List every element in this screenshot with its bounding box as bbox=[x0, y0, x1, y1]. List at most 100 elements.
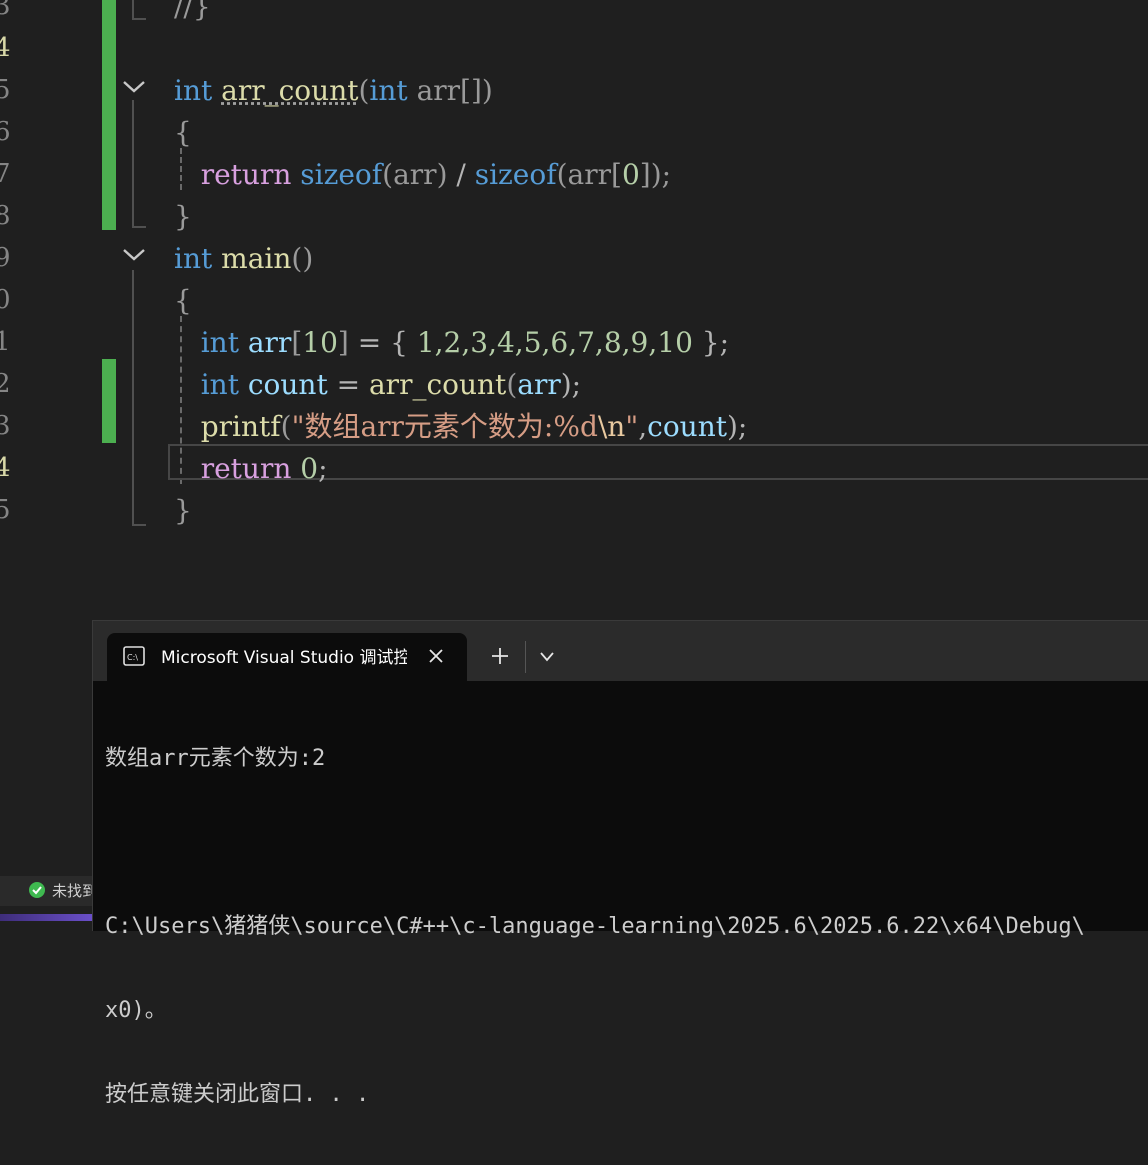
code-line[interactable]: printf("数组arr元素个数为:%d\n",count); bbox=[174, 406, 748, 448]
line-number: 9 bbox=[0, 243, 11, 273]
code-token: arr bbox=[393, 158, 437, 191]
git-change-bar bbox=[102, 0, 116, 230]
line-number: 3 bbox=[0, 0, 11, 21]
status-message[interactable]: 未找到 bbox=[52, 880, 92, 902]
console-icon: C:\ bbox=[123, 646, 145, 666]
line-number: 3 bbox=[0, 411, 11, 441]
code-token: { bbox=[174, 116, 192, 149]
code-line[interactable]: int arr[10] = { 1,2,3,4,5,6,7,8,9,10 }; bbox=[174, 322, 729, 364]
code-token: arr_count bbox=[221, 74, 359, 107]
console-line: 数组arr元素个数为:2 bbox=[105, 746, 326, 771]
code-token: []) bbox=[460, 74, 493, 107]
line-number: 5 bbox=[0, 495, 11, 525]
code-token: [ bbox=[611, 158, 622, 191]
line-number: 8 bbox=[0, 201, 11, 231]
code-token: return bbox=[200, 452, 292, 485]
code-token: arr bbox=[247, 326, 292, 359]
code-token: arr bbox=[416, 74, 461, 107]
code-token: main bbox=[221, 242, 292, 275]
check-circle-icon bbox=[28, 881, 46, 899]
code-token: int bbox=[200, 326, 239, 359]
code-line[interactable]: return 0; bbox=[174, 448, 328, 490]
collapse-chevron-icon[interactable] bbox=[122, 244, 146, 264]
code-line[interactable]: { bbox=[174, 280, 192, 322]
line-number: 1 bbox=[0, 327, 11, 357]
code-token: ( bbox=[506, 368, 518, 401]
console-line: 按任意键关闭此窗口. . . bbox=[105, 1082, 370, 1107]
code-token: ( bbox=[280, 410, 292, 443]
code-token: //} bbox=[174, 0, 211, 23]
code-line[interactable]: int count = arr_count(arr); bbox=[174, 364, 581, 406]
close-icon[interactable] bbox=[425, 645, 447, 667]
code-token: } bbox=[174, 494, 192, 527]
code-token: ); bbox=[560, 368, 582, 401]
code-token: " bbox=[625, 410, 639, 443]
line-number: 4 bbox=[0, 453, 11, 483]
code-token: count bbox=[647, 410, 727, 443]
code-token: ( bbox=[358, 74, 370, 107]
code-line[interactable]: } bbox=[174, 196, 192, 238]
tab-title: Microsoft Visual Studio 调试控制台 bbox=[161, 648, 407, 668]
line-number: 0 bbox=[0, 285, 11, 315]
code-token: } bbox=[174, 200, 192, 233]
code-token: arr bbox=[517, 368, 561, 401]
line-number: 4 bbox=[0, 33, 11, 63]
code-token: arr bbox=[567, 158, 612, 191]
code-token: int bbox=[200, 368, 239, 401]
code-line[interactable]: int arr_count(int arr[]) bbox=[174, 70, 493, 112]
code-token: arr_count bbox=[368, 368, 507, 401]
new-tab-plus-icon[interactable] bbox=[489, 645, 511, 667]
code-token: }; bbox=[692, 326, 730, 359]
code-token: 0 bbox=[300, 452, 319, 485]
code-token: [ bbox=[291, 326, 303, 359]
code-token: sizeof bbox=[474, 158, 557, 191]
status-bar: 未找到 bbox=[0, 876, 92, 906]
tab-debug-console[interactable]: C:\ Microsoft Visual Studio 调试控制台 bbox=[107, 633, 467, 681]
code-token: ; bbox=[318, 452, 328, 485]
code-token: ]); bbox=[639, 158, 672, 191]
line-number: 6 bbox=[0, 117, 11, 147]
git-change-bar bbox=[102, 359, 116, 443]
code-token: () bbox=[291, 242, 314, 275]
code-token: printf bbox=[200, 410, 281, 443]
code-token: "数组arr元素个数为:%d bbox=[291, 410, 598, 443]
code-token: = bbox=[327, 368, 369, 401]
line-number: 2 bbox=[0, 369, 11, 399]
code-token: count bbox=[247, 368, 328, 401]
code-token: return bbox=[200, 158, 292, 191]
indent-guide-end bbox=[132, 524, 146, 526]
chevron-down-icon[interactable] bbox=[537, 649, 557, 665]
console-output[interactable]: 数组arr元素个数为:2 C:\Users\猪猪侠\source\C#++\c-… bbox=[105, 689, 1148, 1165]
code-token: 1,2,3,4,5,6,7,8,9,10 bbox=[416, 326, 693, 359]
code-line[interactable]: } bbox=[174, 490, 192, 532]
indent-guide bbox=[132, 100, 134, 228]
code-token: { bbox=[174, 284, 192, 317]
collapse-chevron-icon[interactable] bbox=[122, 76, 146, 96]
code-line[interactable]: return sizeof(arr) / sizeof(arr[0]); bbox=[174, 154, 671, 196]
code-line[interactable]: { bbox=[174, 112, 192, 154]
debug-console-window[interactable]: C:\ Microsoft Visual Studio 调试控制台 数组arr元… bbox=[92, 620, 1148, 1107]
code-token: 10 bbox=[302, 326, 338, 359]
code-token: 0 bbox=[621, 158, 640, 191]
indent-guide bbox=[132, 0, 134, 18]
code-token: ( bbox=[556, 158, 568, 191]
code-line[interactable]: int main() bbox=[174, 238, 313, 280]
taskbar-accent bbox=[0, 914, 92, 921]
code-token: = { bbox=[348, 326, 417, 359]
code-token: ) bbox=[436, 158, 448, 191]
console-line: C:\Users\猪猪侠\source\C#++\c-language-lear… bbox=[105, 914, 1085, 939]
svg-text:C:\: C:\ bbox=[127, 653, 138, 662]
code-line[interactable]: //} bbox=[174, 0, 211, 28]
line-number: 5 bbox=[0, 75, 11, 105]
